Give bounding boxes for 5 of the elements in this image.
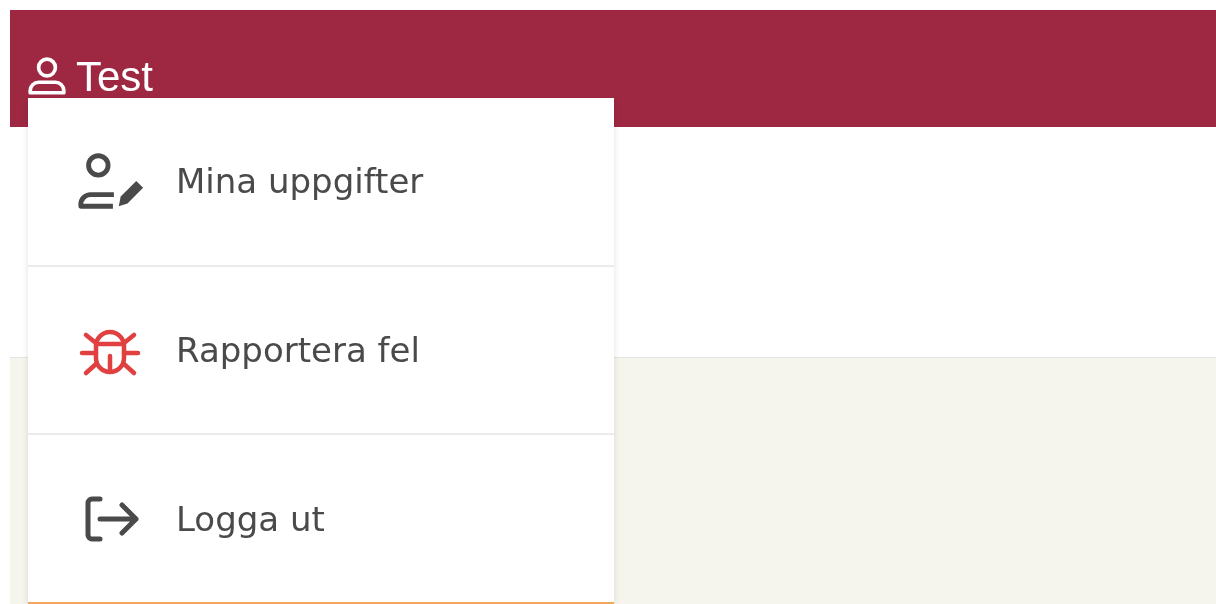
menu-item[interactable]: Mina uppgifter (28, 98, 614, 267)
menu-item[interactable]: Rapportera fel (28, 266, 614, 436)
user-icon (26, 56, 68, 98)
menu-item[interactable]: Logga ut (28, 435, 614, 602)
user-button[interactable]: Test (10, 54, 154, 100)
